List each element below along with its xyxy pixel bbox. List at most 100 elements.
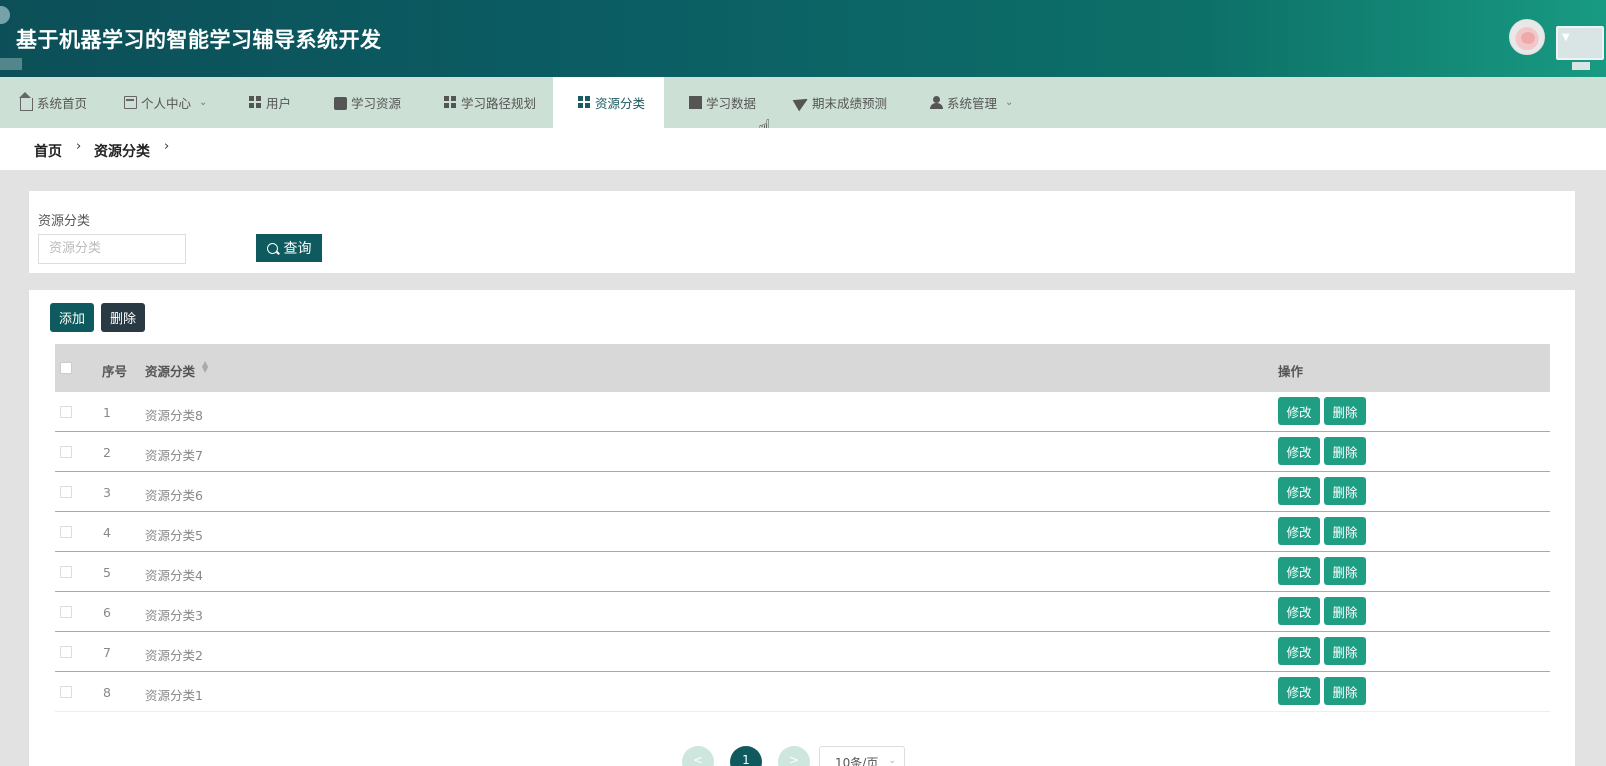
delete-button[interactable]: 删除 <box>1324 677 1366 705</box>
nav-item-home[interactable]: 系统首页 <box>19 77 88 128</box>
app-title: 基于机器学习的智能学习辅导系统开发 <box>16 28 382 52</box>
row-checkbox[interactable] <box>60 646 72 658</box>
delete-button[interactable]: 删除 <box>1324 397 1366 425</box>
search-input[interactable]: 资源分类 <box>38 234 186 264</box>
nav-item-learning-data[interactable]: 学习数据 <box>689 77 756 128</box>
caret-down-icon[interactable]: ▼ <box>1562 32 1570 43</box>
search-label: 资源分类 <box>38 214 91 229</box>
search-panel: 资源分类 资源分类 查询 <box>29 191 1575 273</box>
search-button-label: 查询 <box>283 241 312 257</box>
row-checkbox[interactable] <box>60 566 72 578</box>
delete-button[interactable]: 删除 <box>1324 597 1366 625</box>
nav-item-label: 系统管理 <box>947 96 998 111</box>
row-category: 资源分类8 <box>145 408 203 423</box>
search-icon <box>266 242 278 254</box>
row-index: 1 <box>103 405 111 420</box>
table-row: 4 资源分类5 修改 删除 <box>55 512 1550 552</box>
bulk-delete-button[interactable]: 删除 <box>101 303 145 332</box>
chevron-down-icon: ⌄ <box>888 756 896 766</box>
row-checkbox[interactable] <box>60 686 72 698</box>
breadcrumb: 首页 › 资源分类 › <box>0 128 1606 170</box>
row-index: 4 <box>103 525 111 540</box>
table-row: 3 资源分类6 修改 删除 <box>55 472 1550 512</box>
edit-button[interactable]: 修改 <box>1278 637 1320 665</box>
edit-button[interactable]: 修改 <box>1278 557 1320 585</box>
nav-item-learning-path[interactable]: 学习路径规划 <box>444 77 536 128</box>
nav-item-label: 学习路径规划 <box>461 96 537 111</box>
row-checkbox[interactable] <box>60 526 72 538</box>
monitor-stand-icon <box>689 96 702 109</box>
nav-item-users[interactable]: 用户 <box>249 77 291 128</box>
decorative-circle-icon <box>0 6 10 24</box>
breadcrumb-current: 资源分类 <box>94 144 150 160</box>
nav-item-label: 个人中心 <box>141 96 192 111</box>
grid-icon <box>249 96 262 109</box>
table-row: 2 资源分类7 修改 删除 <box>55 432 1550 472</box>
grid-icon <box>578 96 591 109</box>
delete-button[interactable]: 删除 <box>1324 637 1366 665</box>
box-icon <box>334 97 347 110</box>
nav-item-label: 学习资源 <box>351 96 402 111</box>
edit-button[interactable]: 修改 <box>1278 517 1320 545</box>
table-header: 序号 资源分类 ▲ ▼ 操作 <box>55 344 1550 392</box>
delete-button[interactable]: 删除 <box>1324 437 1366 465</box>
grid-icon <box>444 96 457 109</box>
row-category: 资源分类1 <box>145 688 203 703</box>
nav-item-label: 用户 <box>266 96 292 111</box>
edit-button[interactable]: 修改 <box>1278 597 1320 625</box>
chevron-right-icon: › <box>164 139 170 154</box>
avatar[interactable] <box>1509 19 1545 55</box>
row-index: 2 <box>103 445 111 460</box>
row-category: 资源分类5 <box>145 528 203 543</box>
search-button[interactable]: 查询 <box>256 234 322 262</box>
edit-button[interactable]: 修改 <box>1278 677 1320 705</box>
row-index: 3 <box>103 485 111 500</box>
nav-item-label: 学习数据 <box>706 96 757 111</box>
row-category: 资源分类3 <box>145 608 203 623</box>
nav-item-learning-resources[interactable]: 学习资源 <box>334 77 401 128</box>
row-category: 资源分类4 <box>145 568 203 583</box>
row-index: 7 <box>103 645 111 660</box>
nav-item-label: 资源分类 <box>595 96 646 111</box>
page-size-select[interactable]: 10条/页 ⌄ <box>819 746 905 766</box>
nav-item-system-management[interactable]: 系统管理 ⌄ <box>930 77 1013 128</box>
table-row: 1 资源分类8 修改 删除 <box>55 392 1550 432</box>
edit-button[interactable]: 修改 <box>1278 437 1320 465</box>
add-button[interactable]: 添加 <box>50 303 94 332</box>
top-nav: 系统首页 个人中心 ⌄ 用户 学习资源 学习路径规划 资源分类 学习数据 期末成… <box>0 77 1606 128</box>
header-category[interactable]: 资源分类 <box>145 361 195 380</box>
decorative-book-icon <box>0 58 22 70</box>
edit-button[interactable]: 修改 <box>1278 477 1320 505</box>
header-index: 序号 <box>102 364 128 379</box>
page-1-button[interactable]: 1 <box>730 746 762 766</box>
delete-button[interactable]: 删除 <box>1324 557 1366 585</box>
nav-item-final-score-prediction[interactable]: 期末成绩预测 <box>792 77 887 128</box>
edit-button[interactable]: 修改 <box>1278 397 1320 425</box>
table-row: 6 资源分类3 修改 删除 <box>55 592 1550 632</box>
row-index: 8 <box>103 685 111 700</box>
delete-button[interactable]: 删除 <box>1324 517 1366 545</box>
row-checkbox[interactable] <box>60 406 72 418</box>
page-size-value: 10条/页 <box>835 756 879 766</box>
row-checkbox[interactable] <box>60 486 72 498</box>
row-index: 6 <box>103 605 111 620</box>
nav-item-personal-center[interactable]: 个人中心 ⌄ <box>124 77 207 128</box>
row-checkbox[interactable] <box>60 606 72 618</box>
home-icon <box>19 92 33 111</box>
row-index: 5 <box>103 565 111 580</box>
next-page-button[interactable]: > <box>778 746 810 766</box>
select-all-checkbox[interactable] <box>60 362 72 374</box>
table-row: 8 资源分类1 修改 删除 <box>55 672 1550 712</box>
nav-item-label: 系统首页 <box>37 96 88 111</box>
table-row: 7 资源分类2 修改 删除 <box>55 632 1550 672</box>
user-icon <box>930 96 943 109</box>
prev-page-button[interactable]: < <box>682 746 714 766</box>
sort-icon[interactable]: ▲ ▼ <box>202 360 208 374</box>
paper-plane-icon <box>792 93 811 112</box>
card-icon <box>124 96 137 109</box>
breadcrumb-home[interactable]: 首页 <box>34 141 62 161</box>
delete-button[interactable]: 删除 <box>1324 477 1366 505</box>
row-checkbox[interactable] <box>60 446 72 458</box>
table-panel: 添加 删除 序号 资源分类 ▲ ▼ 操作 1 资源分类8 修改 删除 2 资源分类… <box>29 290 1575 766</box>
nav-item-resource-category[interactable]: 资源分类 <box>553 77 664 128</box>
